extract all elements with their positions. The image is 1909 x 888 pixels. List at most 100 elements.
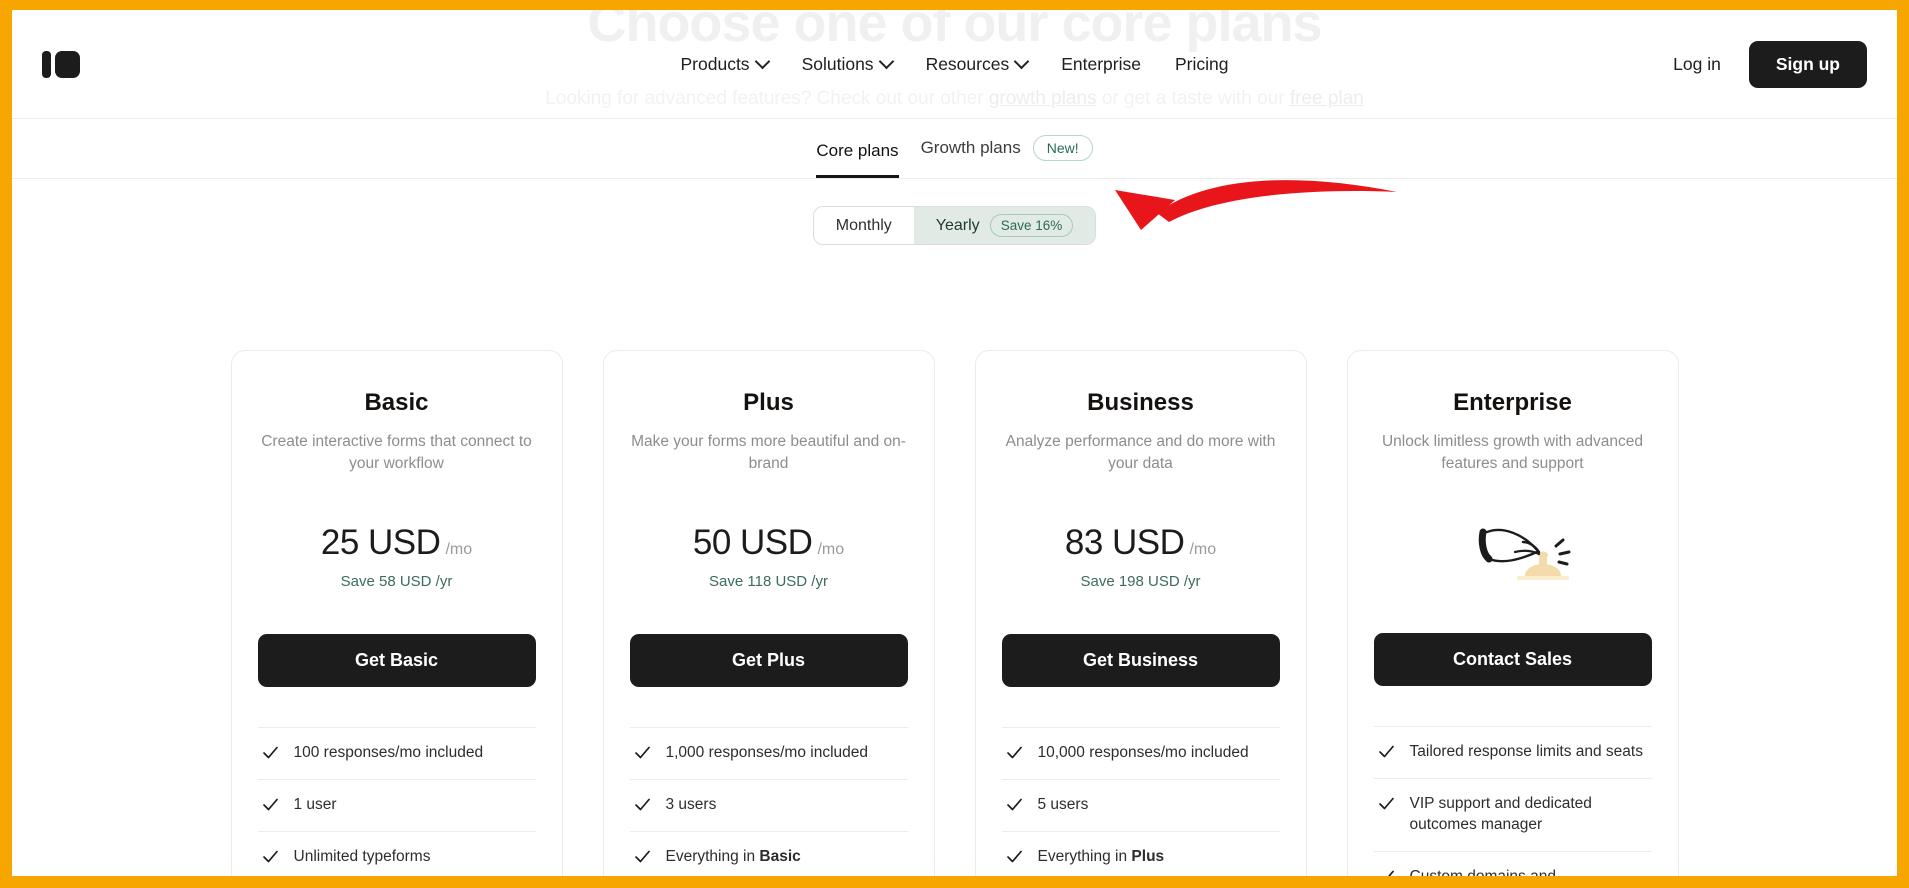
plan-description: Make your forms more beautiful and on-br… <box>631 433 906 472</box>
nav-item-pricing[interactable]: Pricing <box>1175 54 1229 75</box>
typeform-logo[interactable] <box>42 50 80 78</box>
save-percent-badge: Save 16% <box>989 214 1074 237</box>
check-icon <box>1378 745 1394 758</box>
nav-item-label: Solutions <box>801 53 874 74</box>
cta-contact-sales[interactable]: Contact Sales <box>1373 633 1652 686</box>
check-icon <box>1378 797 1394 810</box>
pricing-card-business: Business Analyze performance and do more… <box>974 350 1307 876</box>
feature-item: 1,000 responses/mo included <box>629 727 908 779</box>
nav-item-label: Pricing <box>1174 53 1229 74</box>
feature-text: Tailored response limits and seats <box>1409 743 1643 760</box>
plan-price-row: 83 USD /mo <box>1002 523 1280 563</box>
feature-text: 3 users <box>665 795 717 813</box>
feature-text: 100 responses/mo included <box>293 744 484 761</box>
logo-square-shape <box>55 50 80 78</box>
feature-text: 10,000 responses/mo included <box>1037 744 1249 761</box>
nav-links: Products Solutions Resources Enterprise … <box>12 10 1897 118</box>
chevron-down-icon <box>754 53 770 69</box>
pricing-cards-grid: Basic Create interactive forms that conn… <box>12 350 1897 876</box>
check-icon <box>262 746 278 759</box>
check-icon <box>1379 870 1394 876</box>
chevron-down-icon <box>878 53 894 69</box>
toggle-option-label: Yearly <box>935 216 980 234</box>
feature-item: Unlimited typeforms <box>257 830 536 876</box>
feature-item: 10,000 responses/mo included <box>1001 727 1280 779</box>
plan-price: 83 USD <box>1064 523 1185 562</box>
check-icon <box>1006 746 1022 759</box>
plan-description: Create interactive forms that connect to… <box>261 433 532 472</box>
plan-price-row: 25 USD /mo <box>258 523 536 563</box>
check-icon <box>1006 798 1022 811</box>
billing-period-toggle-wrapper: Monthly Yearly Save 16% <box>12 206 1897 245</box>
nav-item-label: Products <box>680 53 750 74</box>
feature-text: Everything in Basic <box>666 847 801 868</box>
feature-text-emphasis: Basic <box>759 847 801 865</box>
plan-price-period: /mo <box>817 541 845 558</box>
plan-price-row: 50 USD /mo <box>630 523 908 563</box>
feature-item: Custom domains and <box>1373 850 1652 876</box>
feature-item: 100 responses/mo included <box>257 727 536 779</box>
feature-text: VIP support and dedicated outcomes manag… <box>1409 794 1592 833</box>
plan-feature-list: 10,000 responses/mo included 5 users Eve… <box>1001 727 1280 876</box>
check-icon <box>634 850 650 863</box>
signup-button[interactable]: Sign up <box>1748 40 1867 88</box>
tab-growth-plans[interactable]: Growth plans New! <box>921 135 1093 178</box>
plan-category-tabs: Core plans Growth plans New! <box>12 118 1897 179</box>
plan-name: Basic <box>364 389 429 416</box>
pricing-card-enterprise: Enterprise Unlock limitless growth with … <box>1346 350 1679 876</box>
feature-text: 1 user <box>293 795 337 813</box>
toggle-option-yearly[interactable]: Yearly Save 16% <box>913 207 1096 244</box>
feature-text: Custom domains and <box>1410 867 1556 876</box>
plan-name: Plus <box>743 389 794 416</box>
nav-item-label: Resources <box>925 53 1010 74</box>
feature-text-prefix: Everything in <box>1037 847 1132 865</box>
cta-get-plus[interactable]: Get Plus <box>629 634 908 687</box>
plan-price: 50 USD <box>692 523 813 562</box>
tab-label: Growth plans <box>920 138 1021 157</box>
tab-label: Core plans <box>816 141 899 160</box>
feature-text: Unlimited typeforms <box>293 847 431 865</box>
pricing-card-plus: Plus Make your forms more beautiful and … <box>602 350 935 876</box>
plan-name: Business <box>1087 389 1194 416</box>
toggle-option-monthly[interactable]: Monthly <box>813 207 914 244</box>
logo-bar-shape <box>42 50 51 78</box>
check-icon <box>1006 850 1022 863</box>
feature-text-prefix: Everything in <box>665 847 760 865</box>
cta-get-basic[interactable]: Get Basic <box>257 634 536 687</box>
plan-savings: Save 118 USD /yr <box>709 573 828 590</box>
feature-item: Everything in Plus <box>1001 830 1280 876</box>
toggle-option-label: Monthly <box>835 216 892 234</box>
feature-item: 5 users <box>1001 778 1280 831</box>
plan-feature-list: Tailored response limits and seats VIP s… <box>1373 726 1652 876</box>
check-icon <box>262 798 278 811</box>
nav-item-products[interactable]: Products <box>680 53 770 75</box>
feature-text: 1,000 responses/mo included <box>665 744 869 761</box>
feature-item: VIP support and dedicated outcomes manag… <box>1373 777 1652 851</box>
plan-savings: Save 58 USD /yr <box>340 573 453 590</box>
nav-item-enterprise[interactable]: Enterprise <box>1061 54 1141 75</box>
nav-item-resources[interactable]: Resources <box>925 53 1030 75</box>
browser-viewport: Choose one of our core plans Looking for… <box>12 10 1897 876</box>
nav-item-solutions[interactable]: Solutions <box>801 53 894 75</box>
plan-description: Unlock limitless growth with advanced fe… <box>1381 433 1644 472</box>
plan-description: Analyze performance and do more with you… <box>1005 433 1276 472</box>
feature-item: Tailored response limits and seats <box>1373 726 1652 778</box>
feature-text: Everything in Plus <box>1038 847 1165 868</box>
plan-savings: Save 198 USD /yr <box>1080 573 1201 590</box>
pricing-card-basic: Basic Create interactive forms that conn… <box>230 350 563 876</box>
plan-feature-list: 100 responses/mo included 1 user Unlimit… <box>257 727 536 876</box>
feature-item: 1 user <box>257 778 536 831</box>
plan-price-period: /mo <box>1189 541 1217 558</box>
hand-ringing-service-bell-icon <box>1374 499 1652 601</box>
chevron-down-icon <box>1013 53 1030 69</box>
login-link[interactable]: Log in <box>1673 54 1721 75</box>
feature-item: Everything in Basic <box>629 830 908 876</box>
new-badge: New! <box>1032 135 1093 161</box>
billing-period-toggle: Monthly Yearly Save 16% <box>812 206 1097 245</box>
cta-get-business[interactable]: Get Business <box>1001 634 1280 687</box>
nav-account-actions: Log in Sign up <box>1673 40 1867 88</box>
tab-core-plans[interactable]: Core plans <box>816 141 899 178</box>
check-icon <box>262 850 278 863</box>
plan-feature-list: 1,000 responses/mo included 3 users Ever… <box>629 727 908 876</box>
feature-item: 3 users <box>629 778 908 831</box>
